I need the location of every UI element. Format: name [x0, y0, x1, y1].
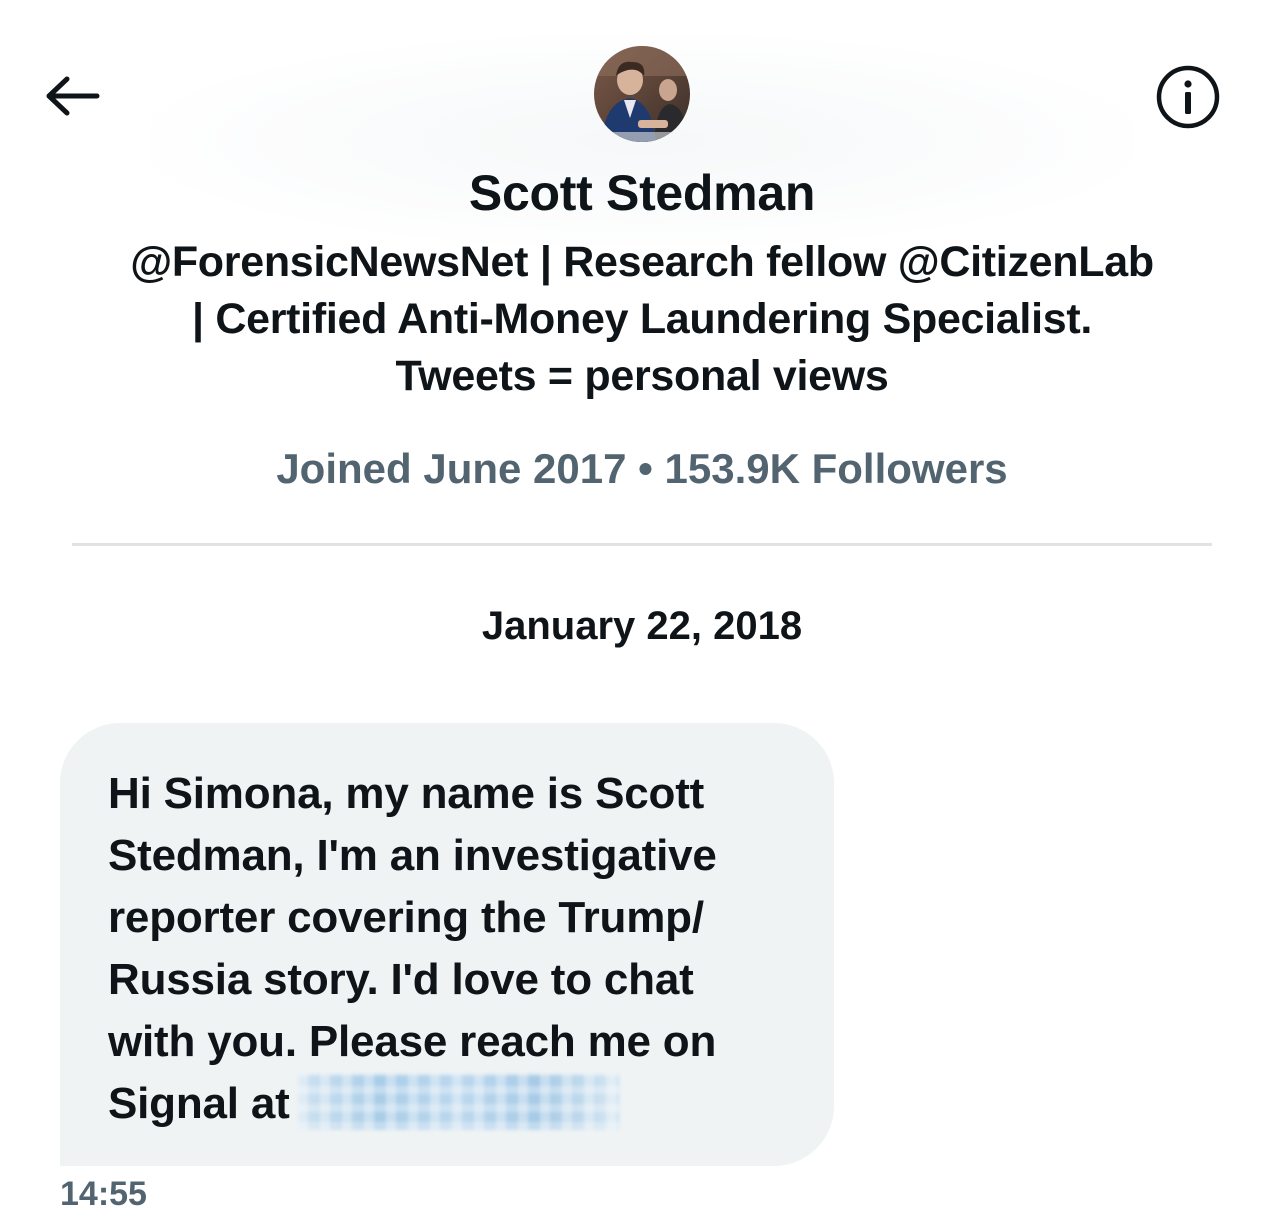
back-button[interactable]	[40, 66, 106, 126]
date-separator: January 22, 2018	[481, 604, 803, 648]
message-line: Russia story. I'd love to chat	[108, 955, 694, 1004]
message-bubble[interactable]: Hi Simona, my name is Scott Stedman, I'm…	[60, 723, 834, 1166]
avatar-photo	[594, 46, 690, 142]
conversation-info-button[interactable]	[1152, 62, 1224, 132]
profile-name[interactable]: Scott Stedman	[0, 162, 1284, 224]
bio-line: Tweets = personal views	[395, 352, 889, 400]
bio-line: @ForensicNewsNet | Research fellow @Citi…	[130, 238, 1154, 286]
message-line: reporter covering the Trump/	[108, 893, 704, 942]
divider	[72, 543, 1212, 546]
message-line-text: Signal at	[108, 1079, 290, 1128]
avatar[interactable]	[594, 46, 690, 142]
message-line-last: Signal at	[108, 1073, 804, 1135]
message-line: Hi Simona, my name is Scott	[108, 769, 705, 818]
redacted-phone-number	[297, 1074, 620, 1131]
message-line: Stedman, I'm an investigative	[108, 831, 717, 880]
message-timestamp: 14:55	[60, 1175, 147, 1213]
profile-meta: Joined June 2017 • 153.9K Followers	[276, 445, 1008, 492]
profile-bio: @ForensicNewsNet | Research fellow @Citi…	[60, 234, 1224, 405]
message-text: Hi Simona, my name is Scott Stedman, I'm…	[108, 763, 804, 1135]
arrow-left-icon	[46, 76, 100, 116]
bio-line: | Certified Anti-Money Laundering Specia…	[191, 295, 1093, 343]
message-line: with you. Please reach me on	[108, 1017, 717, 1066]
info-circle-icon	[1156, 65, 1220, 129]
